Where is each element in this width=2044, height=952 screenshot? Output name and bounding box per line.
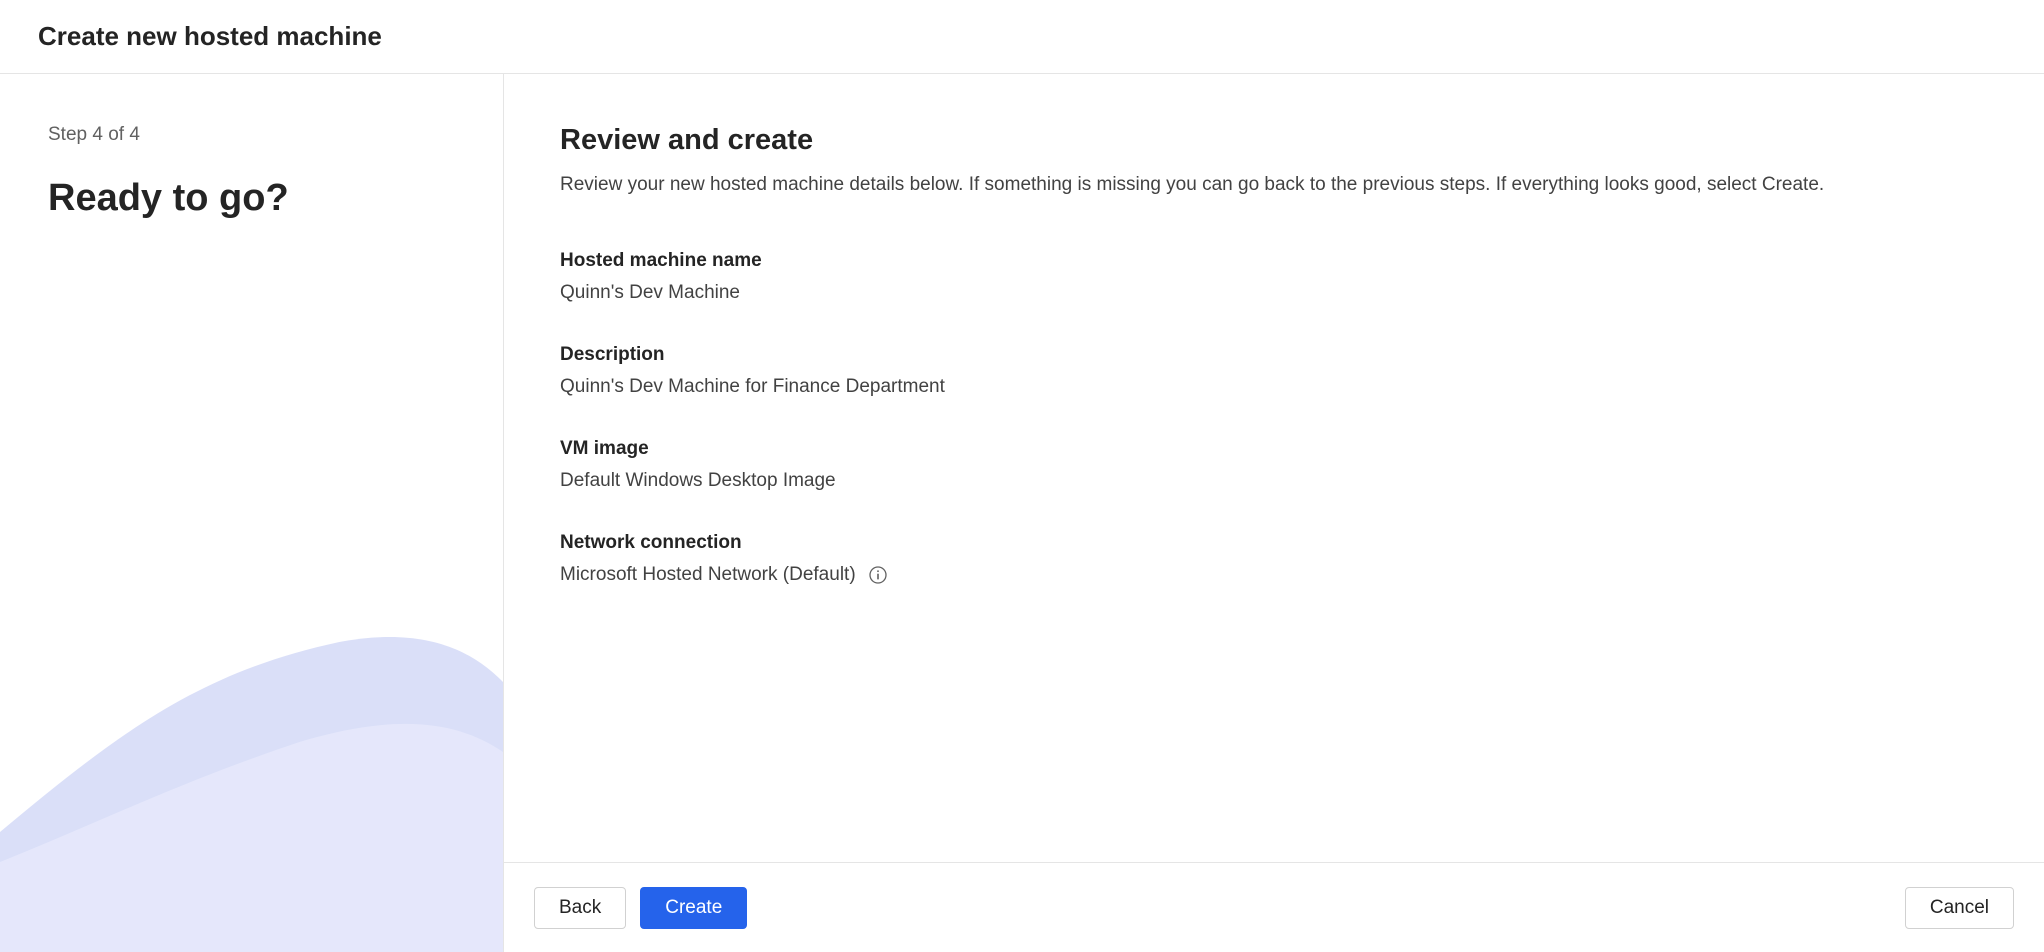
cancel-button[interactable]: Cancel — [1905, 887, 2014, 929]
review-machine-name: Hosted machine name Quinn's Dev Machine — [560, 250, 1988, 304]
step-indicator: Step 4 of 4 — [48, 124, 455, 146]
page-title: Create new hosted machine — [38, 21, 382, 52]
footer-left: Back Create — [534, 887, 747, 929]
review-vm-image: VM image Default Windows Desktop Image — [560, 438, 1988, 492]
create-button[interactable]: Create — [640, 887, 747, 929]
wizard-main: Review and create Review your new hosted… — [504, 74, 2044, 952]
wave-decoration — [0, 552, 503, 952]
review-description: Review your new hosted machine details b… — [560, 171, 1988, 200]
review-value-machine-name: Quinn's Dev Machine — [560, 282, 1988, 304]
review-value-network-row: Microsoft Hosted Network (Default) — [560, 564, 1988, 586]
footer-right: Cancel — [1905, 887, 2014, 929]
review-label-network: Network connection — [560, 532, 1988, 554]
review-label-vm-image: VM image — [560, 438, 1988, 460]
page-body: Step 4 of 4 Ready to go? Review and crea… — [0, 74, 2044, 952]
page-header: Create new hosted machine — [0, 0, 2044, 74]
review-label-description: Description — [560, 344, 1988, 366]
review-heading: Review and create — [560, 124, 1988, 157]
review-value-description: Quinn's Dev Machine for Finance Departme… — [560, 376, 1988, 398]
review-network: Network connection Microsoft Hosted Netw… — [560, 532, 1988, 586]
wizard-footer: Back Create Cancel — [504, 862, 2044, 952]
back-button[interactable]: Back — [534, 887, 626, 929]
step-heading: Ready to go? — [48, 176, 455, 222]
review-value-vm-image: Default Windows Desktop Image — [560, 470, 1988, 492]
info-icon[interactable] — [868, 565, 888, 585]
review-label-machine-name: Hosted machine name — [560, 250, 1988, 272]
review-description-section: Description Quinn's Dev Machine for Fina… — [560, 344, 1988, 398]
wizard-sidebar: Step 4 of 4 Ready to go? — [0, 74, 504, 952]
review-value-network: Microsoft Hosted Network (Default) — [560, 564, 856, 586]
